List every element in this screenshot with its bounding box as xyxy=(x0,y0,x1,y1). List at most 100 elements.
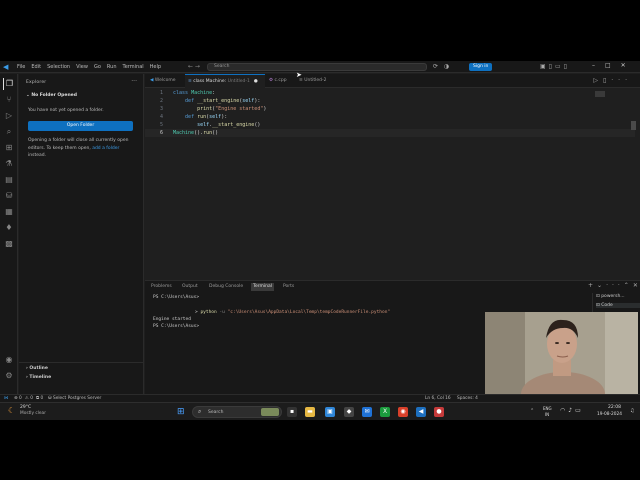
terminal-prompt: PS C:\Users\Asus> xyxy=(153,324,200,329)
tab-ports[interactable]: Ports xyxy=(281,283,296,291)
extensions-icon[interactable]: ⊞ xyxy=(3,142,15,154)
code-line[interactable]: 4 def run(self): xyxy=(145,113,635,121)
code-editor[interactable]: 1 class Machine: 2 def __start_engine(sel… xyxy=(145,89,635,279)
window-controls[interactable]: –□✕ xyxy=(592,62,636,69)
vscode-logo-icon: ◀ xyxy=(3,62,9,71)
maximize-panel-icon[interactable]: ⌃ xyxy=(624,282,633,289)
panel-actions: +⌄···⌃✕ xyxy=(588,282,640,289)
tab-debug-console[interactable]: Debug Console xyxy=(207,283,245,291)
terminal-item-code[interactable]: ⊡ Code xyxy=(596,303,640,308)
more-icon[interactable]: ··· xyxy=(606,282,624,289)
source-control-icon[interactable]: ⑂ xyxy=(3,94,15,106)
code-line[interactable]: 2 def __start_engine(self): xyxy=(145,97,635,105)
explorer-icon[interactable]: ❐ xyxy=(3,78,15,90)
menu-help[interactable]: Help xyxy=(150,61,161,73)
sidebar-title: Explorer xyxy=(26,80,47,85)
token: ) xyxy=(263,106,267,112)
remote-explorer-icon[interactable]: ▤ xyxy=(3,174,15,186)
token: ): xyxy=(254,98,261,104)
battery-icon[interactable]: ▭ xyxy=(575,407,584,414)
tab-untitled-2[interactable]: ≡ Untitled-2 xyxy=(296,74,336,88)
wifi-icon[interactable]: ◠ xyxy=(560,407,568,414)
more-icon[interactable]: ··· xyxy=(611,77,632,84)
menu-file[interactable]: File xyxy=(17,61,25,73)
tab-untitled-1[interactable]: ≡ class Machine: Untitled-1 ● xyxy=(185,74,265,88)
notebook-icon[interactable]: ▩ xyxy=(3,238,15,250)
search-highlight-icon xyxy=(261,408,279,416)
code-line[interactable]: 1 class Machine: xyxy=(145,89,635,97)
token: (). xyxy=(194,130,204,136)
task-view-icon[interactable]: ▪ xyxy=(287,407,297,417)
menu-edit[interactable]: Edit xyxy=(31,61,41,73)
tab-welcome[interactable]: ◀ Welcome xyxy=(147,74,185,88)
vscode-taskbar-icon[interactable]: ◀ xyxy=(416,407,426,417)
language-indicator[interactable]: ENG xyxy=(543,406,552,411)
chrome-icon[interactable]: ◉ xyxy=(398,407,408,417)
layout-controls-icon[interactable]: ▣▯▭▯ xyxy=(540,63,570,70)
weather-temperature[interactable]: 29°C xyxy=(20,405,31,410)
menu-terminal[interactable]: Terminal xyxy=(123,61,144,73)
token: Machine xyxy=(173,130,195,136)
region-indicator[interactable]: IN xyxy=(545,412,549,417)
weather-moon-icon[interactable]: ☾ xyxy=(8,406,15,415)
store-icon[interactable]: ▣ xyxy=(325,407,335,417)
run-icon[interactable]: ▷ xyxy=(593,77,603,84)
excel-icon[interactable]: X xyxy=(380,407,390,417)
clock-date[interactable]: 19-08-2024 xyxy=(597,412,622,417)
app-icon[interactable]: ◆ xyxy=(344,407,354,417)
notification-bell-icon[interactable]: ♫ xyxy=(630,408,634,414)
outline-section[interactable]: › Outline xyxy=(26,366,48,371)
settings-gear-icon[interactable]: ⚙ xyxy=(3,370,15,382)
sign-in-button[interactable]: Sign in xyxy=(469,63,493,71)
no-folder-header[interactable]: ⌄ No Folder Opened xyxy=(26,93,77,98)
menu-view[interactable]: View xyxy=(76,61,88,73)
python-icon[interactable]: ♦ xyxy=(3,222,15,234)
terminal-item-powershell[interactable]: ⊡ powersh... xyxy=(596,294,625,299)
tray-icons[interactable]: ◠♪▭ xyxy=(560,407,584,414)
menu-selection[interactable]: Selection xyxy=(47,61,70,73)
unsaved-dot-icon[interactable]: ● xyxy=(254,79,258,84)
docker-icon[interactable]: ▦ xyxy=(3,206,15,218)
open-folder-button[interactable]: Open Folder xyxy=(28,121,133,131)
tab-problems[interactable]: Problems xyxy=(149,283,174,291)
run-debug-icon[interactable]: ▷ xyxy=(3,110,15,122)
windows-start-icon[interactable]: ⊞ xyxy=(177,407,187,417)
menu-go[interactable]: Go xyxy=(94,61,101,73)
nav-back-forward-icon[interactable]: ← → xyxy=(188,63,200,70)
tab-label: class Machine: xyxy=(193,79,227,84)
command-center-search[interactable]: Search xyxy=(207,63,427,71)
copilot-icon[interactable]: ⟳ ◑ xyxy=(433,63,449,70)
code-line[interactable]: 3 print("Engine started") xyxy=(145,105,635,113)
line-number: 3 xyxy=(159,106,163,112)
accounts-icon[interactable]: ◉ xyxy=(3,354,15,366)
editor-actions[interactable]: ▷▯··· xyxy=(593,77,632,84)
new-terminal-icon[interactable]: +⌄ xyxy=(588,282,606,289)
minimap[interactable] xyxy=(595,91,605,97)
add-folder-link[interactable]: add a folder xyxy=(92,146,119,151)
more-actions-icon[interactable]: ··· xyxy=(131,78,137,85)
clock-time[interactable]: 22:08 xyxy=(608,405,621,410)
code-line[interactable]: 5 self.__start_engine() xyxy=(145,121,635,129)
token: "c:\Users\Asus\AppData\Local\Temp\tempCo… xyxy=(227,310,391,315)
tray-overflow-icon[interactable]: ⌃ xyxy=(530,408,534,414)
tab-label: c.cpp xyxy=(274,78,287,83)
tab-terminal[interactable]: Terminal xyxy=(251,283,275,291)
menu-run[interactable]: Run xyxy=(107,61,117,73)
code-line-current[interactable]: 6 Machine().run() xyxy=(145,129,635,137)
timeline-section[interactable]: › Timeline xyxy=(26,375,51,380)
tab-c-cpp[interactable]: ⚙ c.cpp xyxy=(266,74,296,88)
recorder-icon[interactable]: ● xyxy=(434,407,444,417)
close-panel-icon[interactable]: ✕ xyxy=(633,282,640,289)
database-icon[interactable]: ⛁ xyxy=(3,190,15,202)
tab-output[interactable]: Output xyxy=(180,283,200,291)
file-explorer-icon[interactable]: ▬ xyxy=(305,407,315,417)
weather-description[interactable]: Mostly clear xyxy=(20,411,46,416)
search-icon[interactable]: ⌕ xyxy=(3,126,15,138)
editor-scrollbar[interactable] xyxy=(631,121,636,130)
testing-icon[interactable]: ⚗ xyxy=(3,158,15,170)
token: () xyxy=(212,130,219,136)
mail-icon[interactable]: ✉ xyxy=(362,407,372,417)
taskbar-search[interactable]: ⌕ Search xyxy=(192,406,282,418)
no-folder-title: No Folder Opened xyxy=(31,93,77,98)
token: run xyxy=(203,130,213,136)
